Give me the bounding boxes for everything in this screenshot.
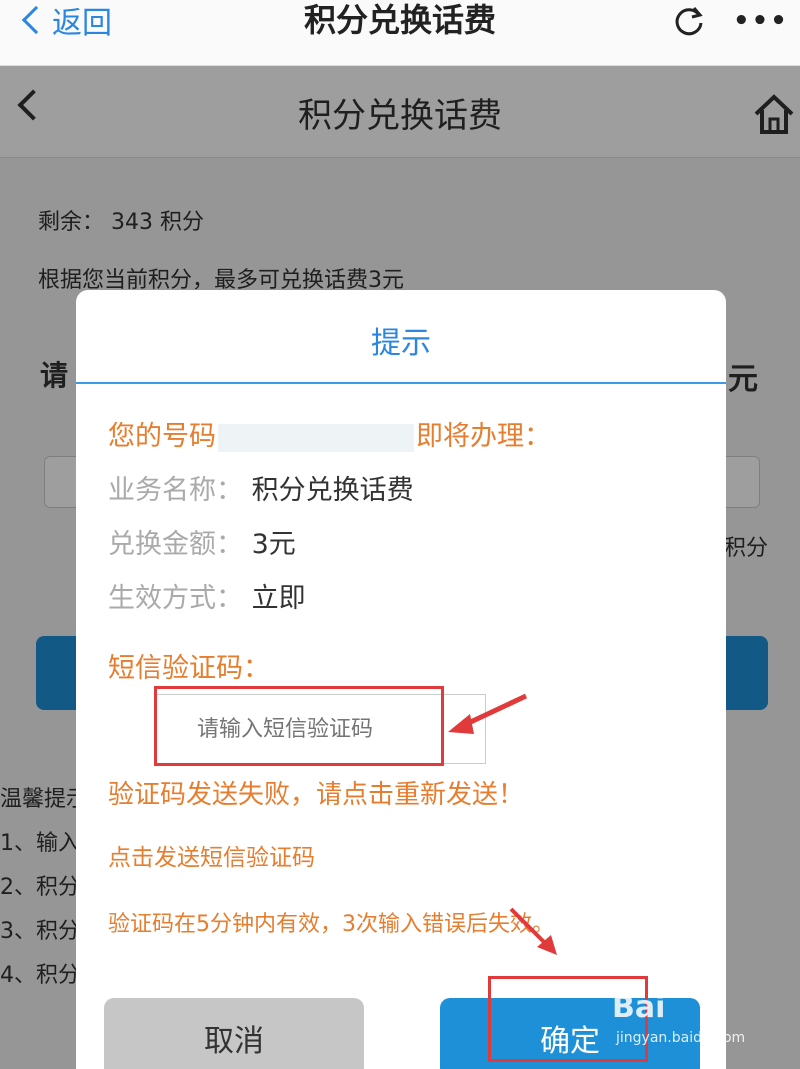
annotation-arrow-icon xyxy=(509,907,557,955)
info-row-service: 业务名称： 积分兑换话费 xyxy=(108,468,414,507)
watermark-site: jingyan.baidu.com xyxy=(616,1030,746,1046)
refresh-icon[interactable] xyxy=(672,4,706,38)
info-value: 积分兑换话费 xyxy=(251,475,414,506)
send-sms-link[interactable]: 点击发送短信验证码 xyxy=(108,838,315,872)
watermark-brand: Bai xyxy=(612,990,666,1025)
masked-phone-number xyxy=(218,423,414,452)
code-validity-note: 验证码在5分钟内有效，3次输入错误后失效。 xyxy=(108,912,554,937)
info-key: 生效方式： xyxy=(108,583,243,614)
more-menu-button[interactable]: ••• xyxy=(733,6,789,36)
sms-code-label: 短信验证码： xyxy=(108,653,270,684)
annotation-arrow-icon xyxy=(448,693,528,734)
cancel-button[interactable]: 取消 xyxy=(104,998,364,1069)
info-row-effect: 生效方式： 立即 xyxy=(108,576,306,615)
info-key: 兑换金额： xyxy=(108,529,243,560)
number-prefix: 您的号码 xyxy=(108,421,216,452)
annotation-box-input xyxy=(154,686,444,766)
browser-top-bar: 返回 积分兑换话费 ••• xyxy=(0,0,800,66)
baidu-jingyan-watermark: Bai jingyan.baidu.com xyxy=(612,990,792,1050)
dialog-title: 提示 xyxy=(371,326,431,361)
phone-number-line: 您的号码 即将办理： xyxy=(108,414,551,453)
sms-send-error: 验证码发送失败，请点击重新发送！ xyxy=(108,780,525,810)
dialog-divider xyxy=(76,382,726,384)
info-key: 业务名称： xyxy=(108,475,243,506)
info-value: 立即 xyxy=(251,583,306,614)
number-suffix: 即将办理： xyxy=(416,421,551,452)
info-value: 3元 xyxy=(251,529,296,560)
info-row-amount: 兑换金额： 3元 xyxy=(108,522,296,561)
confirm-dialog: 提示 您的号码 即将办理： 业务名称： 积分兑换话费 兑换金额： 3元 生效方式：… xyxy=(76,290,726,1069)
